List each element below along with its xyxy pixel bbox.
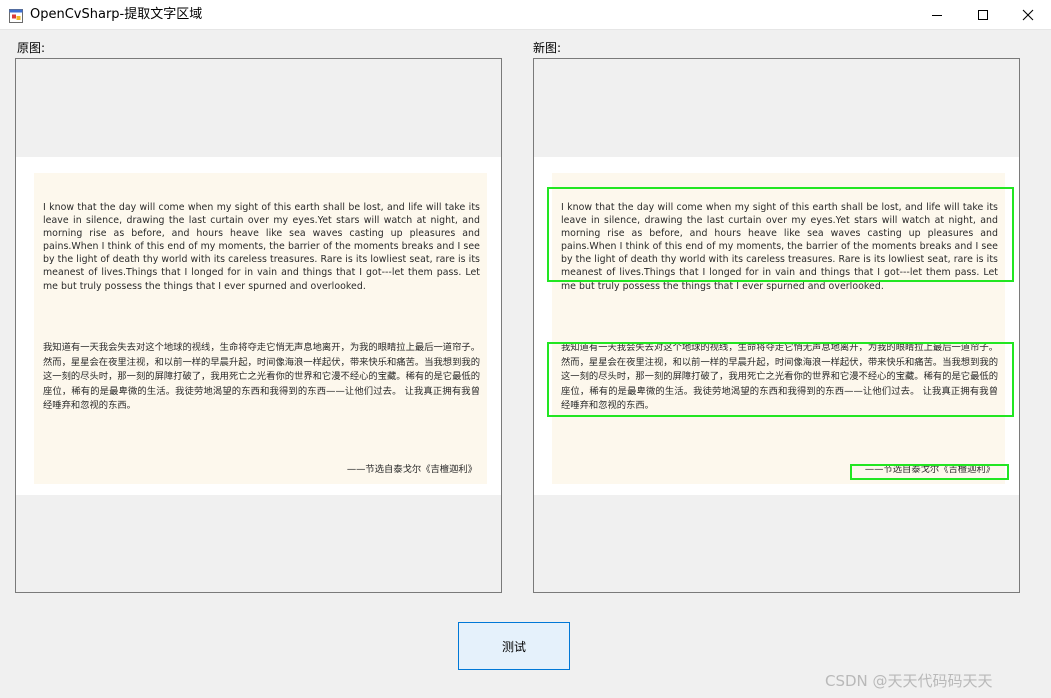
text-region-box-english: [547, 187, 1014, 282]
close-button[interactable]: [1005, 0, 1051, 30]
maximize-button[interactable]: [960, 0, 1006, 30]
original-picture-box[interactable]: I know that the day will come when my si…: [15, 58, 502, 593]
new-image-label: 新图:: [533, 41, 562, 55]
new-picture-box[interactable]: I know that the day will come when my si…: [533, 58, 1020, 593]
title-bar: OpenCvSharp-提取文字区域: [0, 0, 1051, 30]
paper-background: I know that the day will come when my si…: [34, 173, 487, 484]
minimize-button[interactable]: [914, 0, 960, 30]
chinese-paragraph: 我知道有一天我会失去对这个地球的视线，生命将夺走它悄无声息地离开，为我的眼睛拉上…: [43, 342, 480, 412]
signature-text: ——节选自泰戈尔《吉檀迦利》: [346, 464, 477, 475]
text-region-box-signature: [850, 464, 1009, 480]
window-title: OpenCvSharp-提取文字区域: [30, 7, 203, 22]
watermark-text: CSDN @天天代码码天天: [825, 672, 993, 690]
maximize-icon: [978, 10, 988, 20]
english-paragraph: I know that the day will come when my si…: [43, 202, 480, 292]
close-icon: [1022, 9, 1034, 21]
text-region-box-chinese: [547, 342, 1014, 417]
minimize-icon: [932, 15, 942, 16]
original-document-image: I know that the day will come when my si…: [16, 157, 501, 495]
app-icon[interactable]: [9, 8, 23, 23]
test-button[interactable]: 测试: [458, 622, 570, 670]
original-image-label: 原图:: [17, 41, 46, 55]
